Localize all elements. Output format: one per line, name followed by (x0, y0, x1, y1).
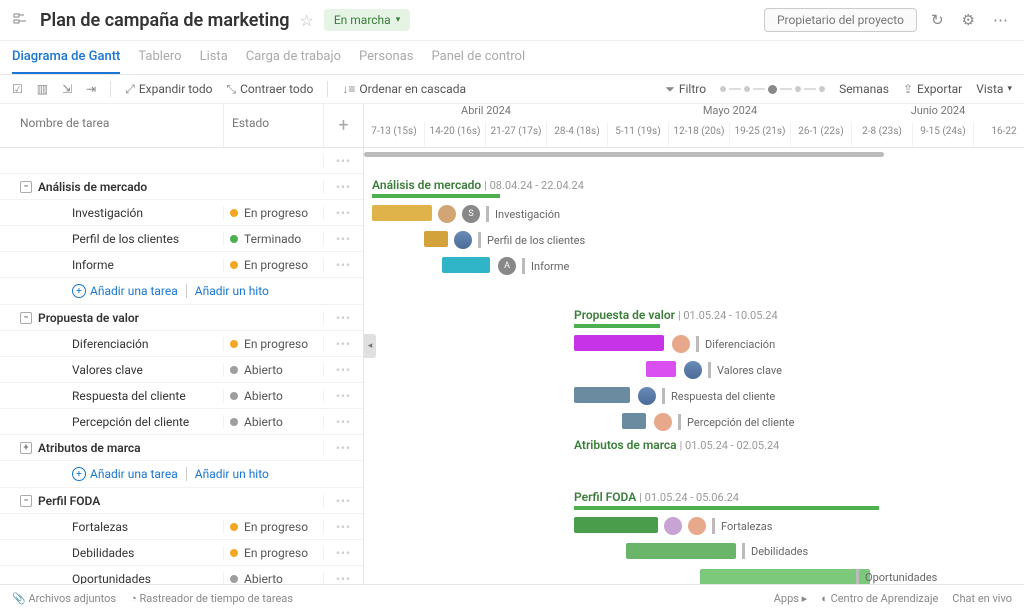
group-row[interactable]: −Propuesta de valor••• (0, 305, 363, 331)
expand-icon[interactable]: + (20, 442, 32, 454)
collapse-icon[interactable]: − (20, 181, 32, 193)
add-task-button[interactable]: +Añadir una tarea (72, 467, 178, 481)
expand-all-button[interactable]: ⤢Expandir todo (125, 82, 212, 97)
project-status[interactable]: En marcha ▾ (324, 9, 410, 31)
row-menu[interactable]: ••• (323, 180, 363, 194)
task-bar[interactable] (442, 257, 490, 273)
task-bar[interactable] (574, 335, 664, 351)
row-menu[interactable]: ••• (323, 206, 363, 220)
collapse-icon[interactable]: − (20, 495, 32, 507)
add-column-button[interactable]: + (323, 104, 363, 147)
tree-icon[interactable]: ⇲ (62, 82, 72, 96)
panel-expand-handle[interactable]: ◂ (364, 334, 376, 358)
row-menu[interactable]: ••• (323, 520, 363, 534)
task-bar[interactable] (700, 569, 870, 585)
export-button[interactable]: ⇪Exportar (903, 82, 962, 96)
live-chat-link[interactable]: Chat en vivo (952, 592, 1012, 605)
tab-board[interactable]: Tablero (138, 41, 181, 74)
group-row[interactable]: +Atributos de marca••• (0, 435, 363, 461)
time-tracker-link[interactable]: ◔ Rastreador de tiempo de tareas (130, 592, 293, 605)
month-label: Mayo 2024 (608, 104, 852, 122)
row-menu[interactable]: ••• (323, 441, 363, 455)
task-row[interactable]: InformeEn progreso••• (0, 252, 363, 278)
page-title: Plan de campaña de marketing (40, 10, 290, 31)
row-menu[interactable]: ••• (323, 311, 363, 325)
col-header-name: Nombre de tarea (0, 104, 223, 147)
zoom-label: Semanas (839, 82, 889, 96)
row-menu[interactable]: ••• (323, 232, 363, 246)
view-menu[interactable]: Vista ▾ (976, 82, 1012, 96)
task-row[interactable]: Valores claveAbierto••• (0, 357, 363, 383)
apps-link[interactable]: Apps ▸ (774, 592, 807, 605)
cascade-sort-button[interactable]: ↓≡Ordenar en cascada (342, 82, 466, 96)
row-menu[interactable]: ••• (323, 546, 363, 560)
indent-icon[interactable]: ⇥ (86, 82, 96, 96)
task-row[interactable]: FortalezasEn progreso••• (0, 514, 363, 540)
month-label: Junio 2024 (852, 104, 1024, 122)
add-task-button[interactable]: +Añadir una tarea (72, 284, 178, 298)
group-bar[interactable] (574, 506, 879, 510)
row-menu[interactable]: ••• (323, 258, 363, 272)
tab-people[interactable]: Personas (359, 41, 414, 74)
tab-dashboard[interactable]: Panel de control (432, 41, 526, 74)
task-row[interactable]: InvestigaciónEn progreso••• (0, 200, 363, 226)
collapse-icon[interactable]: − (20, 312, 32, 324)
group-bar[interactable] (372, 194, 500, 198)
owner-button[interactable]: Propietario del proyecto (764, 8, 917, 32)
task-bar[interactable] (574, 517, 658, 533)
task-row[interactable]: DebilidadesEn progreso••• (0, 540, 363, 566)
attachments-link[interactable]: 📎 Archivos adjuntos (12, 592, 116, 605)
task-bar[interactable] (646, 361, 676, 377)
group-row[interactable]: −Análisis de mercado••• (0, 174, 363, 200)
columns-icon[interactable]: ▥ (37, 82, 48, 96)
task-bar[interactable] (372, 205, 432, 221)
add-milestone-button[interactable]: Añadir un hito (186, 467, 269, 481)
task-bar[interactable] (424, 231, 448, 247)
group-row[interactable]: −Perfil FODA••• (0, 488, 363, 514)
zoom-slider[interactable] (720, 85, 825, 94)
project-icon (12, 11, 30, 29)
favorite-icon[interactable]: ☆ (300, 11, 314, 30)
gear-icon[interactable]: ⚙ (958, 11, 979, 29)
task-row[interactable]: Respuesta del clienteAbierto••• (0, 383, 363, 409)
task-row[interactable]: Perfil de los clientesTerminado••• (0, 226, 363, 252)
view-tabs: Diagrama de Gantt Tablero Lista Carga de… (0, 41, 1024, 75)
task-row[interactable]: DiferenciaciónEn progreso••• (0, 331, 363, 357)
row-menu[interactable]: ••• (323, 363, 363, 377)
row-menu[interactable]: ••• (323, 337, 363, 351)
collapse-all-button[interactable]: ⤡Contraer todo (227, 82, 314, 97)
add-milestone-button[interactable]: Añadir un hito (186, 284, 269, 298)
check-icon[interactable]: ☑ (12, 82, 23, 96)
blank-row: ••• (0, 148, 363, 174)
tab-gantt[interactable]: Diagrama de Gantt (12, 41, 120, 74)
row-menu[interactable]: ••• (323, 389, 363, 403)
history-icon[interactable]: ↻ (927, 11, 948, 29)
filter-button[interactable]: ⏷Filtro (665, 82, 706, 97)
month-label: Abril 2024 (364, 104, 608, 122)
task-bar[interactable] (622, 413, 646, 429)
group-bar[interactable] (574, 324, 660, 328)
row-menu[interactable]: ••• (323, 415, 363, 429)
row-menu[interactable]: ••• (323, 494, 363, 508)
week-headers: 7-13 (15s)14-20 (16s)21-27 (17s)28-4 (18… (364, 122, 1024, 147)
tab-list[interactable]: Lista (200, 41, 228, 74)
col-header-status: Estado (223, 104, 323, 147)
tab-workload[interactable]: Carga de trabajo (246, 41, 341, 74)
task-bar[interactable] (626, 543, 736, 559)
task-bar[interactable] (574, 387, 630, 403)
learning-center-link[interactable]: ◐ Centro de Aprendizaje (821, 592, 938, 605)
more-icon[interactable]: ⋯ (989, 11, 1012, 29)
task-row[interactable]: Percepción del clienteAbierto••• (0, 409, 363, 435)
